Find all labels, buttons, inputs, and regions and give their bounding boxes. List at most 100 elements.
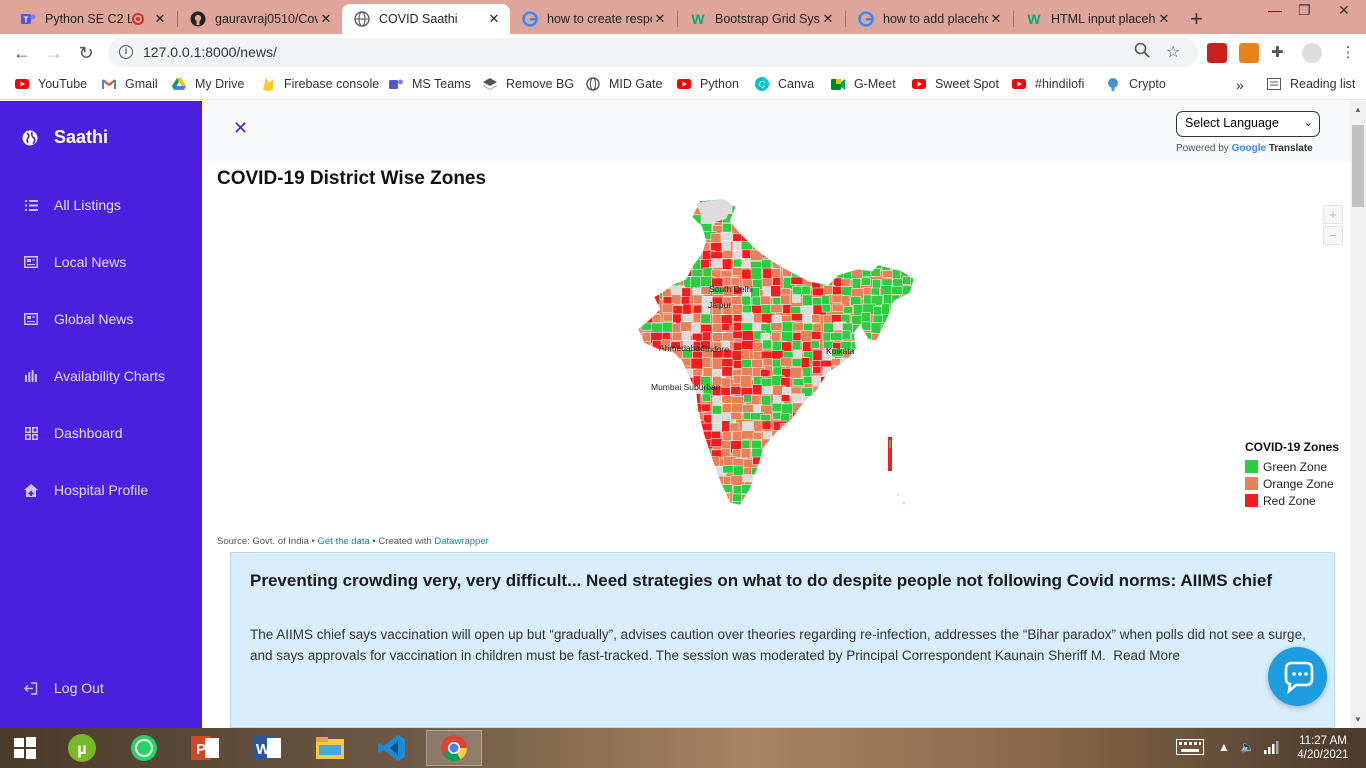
district-patch[interactable] bbox=[843, 368, 853, 381]
district-patch[interactable] bbox=[672, 214, 682, 223]
district-patch[interactable] bbox=[923, 441, 932, 449]
district-patch[interactable] bbox=[892, 269, 901, 280]
district-patch[interactable] bbox=[753, 231, 767, 240]
news-headline[interactable]: Preventing crowding very, very difficult… bbox=[250, 571, 1325, 591]
district-patch[interactable] bbox=[652, 475, 663, 487]
district-patch[interactable] bbox=[650, 502, 664, 513]
district-patch[interactable] bbox=[792, 340, 802, 351]
district-patch[interactable] bbox=[921, 358, 930, 366]
district-patch[interactable] bbox=[751, 511, 761, 517]
district-patch[interactable] bbox=[812, 206, 822, 218]
district-patch[interactable] bbox=[901, 197, 911, 209]
district-patch[interactable] bbox=[740, 213, 750, 224]
district-patch[interactable] bbox=[740, 375, 752, 388]
district-patch[interactable] bbox=[892, 357, 902, 369]
district-patch[interactable] bbox=[851, 493, 863, 505]
district-patch[interactable] bbox=[751, 214, 763, 226]
district-patch[interactable] bbox=[681, 330, 691, 342]
district-patch[interactable] bbox=[671, 369, 682, 378]
district-patch[interactable] bbox=[790, 250, 800, 259]
district-patch[interactable] bbox=[822, 492, 833, 503]
scrollbar-thumb[interactable] bbox=[1352, 125, 1364, 207]
district-patch[interactable] bbox=[820, 466, 831, 475]
district-patch[interactable] bbox=[681, 242, 694, 251]
district-patch[interactable] bbox=[642, 474, 652, 483]
district-patch[interactable] bbox=[812, 251, 827, 265]
district-patch[interactable] bbox=[891, 384, 901, 397]
district-patch[interactable] bbox=[922, 405, 932, 414]
district-patch[interactable] bbox=[802, 198, 813, 211]
district-patch[interactable] bbox=[813, 492, 828, 502]
district-patch[interactable] bbox=[870, 474, 885, 488]
district-patch[interactable] bbox=[632, 242, 644, 251]
district-patch[interactable] bbox=[632, 314, 646, 324]
district-patch[interactable] bbox=[651, 466, 662, 479]
close-tab-icon[interactable]: ✕ bbox=[486, 11, 502, 27]
district-patch[interactable] bbox=[900, 341, 914, 354]
district-patch[interactable] bbox=[682, 485, 697, 495]
district-patch[interactable] bbox=[650, 240, 665, 250]
district-patch[interactable] bbox=[802, 431, 813, 444]
district-patch[interactable] bbox=[690, 412, 700, 422]
page-scrollbar[interactable]: ▲ ▼ bbox=[1350, 101, 1366, 728]
district-patch[interactable] bbox=[670, 494, 686, 504]
district-patch[interactable] bbox=[883, 206, 894, 216]
district-patch[interactable] bbox=[851, 222, 861, 234]
district-patch[interactable] bbox=[820, 458, 832, 470]
district-patch[interactable] bbox=[821, 204, 835, 216]
district-patch[interactable] bbox=[891, 458, 902, 468]
district-patch[interactable] bbox=[771, 457, 782, 467]
district-patch[interactable] bbox=[870, 430, 881, 442]
district-patch[interactable] bbox=[881, 242, 895, 252]
district-patch[interactable] bbox=[893, 312, 904, 324]
district-patch[interactable] bbox=[900, 304, 913, 315]
district-patch[interactable] bbox=[831, 420, 844, 434]
district-patch[interactable] bbox=[832, 477, 842, 486]
district-patch[interactable] bbox=[693, 493, 707, 505]
district-patch[interactable] bbox=[752, 351, 763, 361]
district-patch[interactable] bbox=[633, 249, 644, 258]
district-patch[interactable] bbox=[921, 259, 932, 271]
district-patch[interactable] bbox=[902, 231, 911, 241]
district-patch[interactable] bbox=[841, 476, 852, 486]
district-patch[interactable] bbox=[632, 295, 642, 308]
district-patch[interactable] bbox=[812, 485, 827, 497]
district-patch[interactable] bbox=[901, 411, 915, 424]
district-patch[interactable] bbox=[632, 466, 641, 479]
district-patch[interactable] bbox=[911, 286, 923, 298]
district-patch[interactable] bbox=[882, 232, 893, 244]
district-patch[interactable] bbox=[811, 511, 819, 517]
district-patch[interactable] bbox=[770, 484, 786, 496]
sidebar-item-availability-charts[interactable]: Availability Charts bbox=[24, 368, 165, 384]
datawrapper-link[interactable]: Datawrapper bbox=[434, 536, 488, 547]
district-patch[interactable] bbox=[811, 197, 823, 206]
district-patch[interactable] bbox=[850, 296, 862, 306]
district-patch[interactable] bbox=[643, 403, 657, 412]
district-patch[interactable] bbox=[841, 250, 851, 259]
district-patch[interactable] bbox=[852, 197, 862, 204]
district-patch[interactable] bbox=[632, 449, 643, 459]
district-patch[interactable] bbox=[923, 295, 931, 304]
district-patch[interactable] bbox=[871, 359, 885, 373]
district-patch[interactable] bbox=[652, 197, 662, 208]
district-patch[interactable] bbox=[870, 268, 881, 277]
district-patch[interactable] bbox=[771, 249, 782, 258]
district-patch[interactable] bbox=[841, 511, 855, 517]
district-patch[interactable] bbox=[921, 270, 932, 281]
district-patch[interactable] bbox=[901, 405, 914, 417]
district-patch[interactable] bbox=[901, 332, 911, 344]
district-patch[interactable] bbox=[632, 360, 646, 372]
district-patch[interactable] bbox=[921, 197, 929, 209]
district-patch[interactable] bbox=[700, 313, 711, 324]
district-patch[interactable] bbox=[891, 475, 902, 487]
district-patch[interactable] bbox=[911, 242, 923, 253]
district-patch[interactable] bbox=[912, 259, 923, 268]
district-patch[interactable] bbox=[901, 438, 911, 450]
district-patch[interactable] bbox=[652, 358, 665, 367]
new-tab-button[interactable]: + bbox=[1190, 6, 1203, 32]
district-patch[interactable] bbox=[881, 250, 894, 260]
word-taskbar-icon[interactable]: W bbox=[240, 730, 296, 766]
bookmark-mid-gate[interactable]: MID Gate bbox=[586, 77, 663, 91]
more-bookmarks-button[interactable]: » bbox=[1236, 77, 1244, 93]
news-card[interactable]: Preventing crowding very, very difficult… bbox=[230, 552, 1335, 728]
